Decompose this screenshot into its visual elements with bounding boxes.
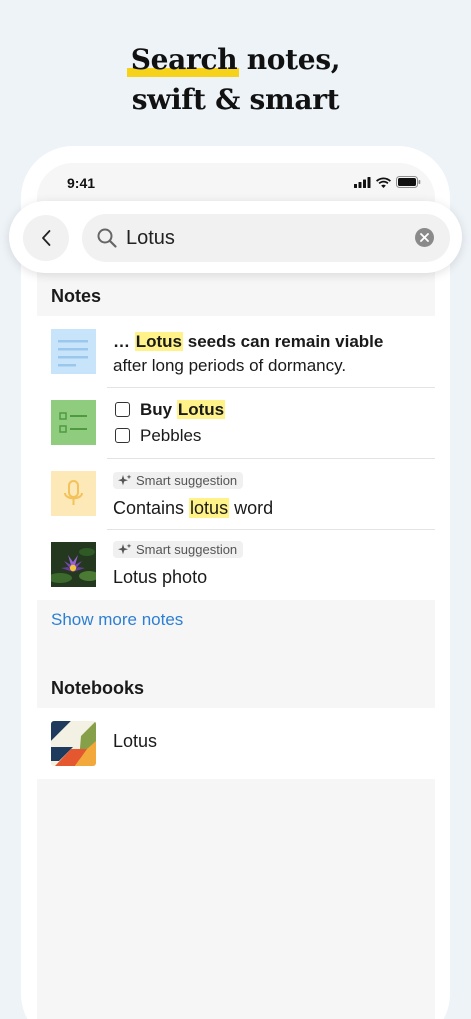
note-row-buy-lotus[interactable]: Buy Lotus Pebbles [37, 387, 435, 458]
note-row-smart-suggestion-word[interactable]: Smart suggestion Contains lotus word [37, 458, 435, 529]
status-icons [354, 176, 421, 188]
smart-suggestion-chip: Smart suggestion [113, 541, 244, 558]
checklist-icon [51, 400, 96, 445]
signal-icon [354, 176, 371, 188]
notebook-row-lotus[interactable]: Lotus [37, 708, 435, 779]
lotus-photo-thumbnail [51, 542, 96, 587]
back-button[interactable] [23, 215, 69, 261]
sparkle-icon [118, 474, 132, 485]
wifi-icon [376, 177, 391, 188]
search-match: Lotus [134, 332, 184, 351]
search-field[interactable] [82, 214, 450, 262]
sparkle-icon [118, 543, 132, 554]
battery-icon [396, 176, 421, 188]
search-match: Lotus [176, 400, 226, 419]
microphone-icon [51, 471, 96, 516]
headline-highlight-word: Search [130, 43, 238, 76]
notebook-cover-icon [51, 721, 96, 766]
show-more-notes-link[interactable]: Show more notes [51, 610, 183, 630]
headline-line1-rest: notes, [237, 43, 341, 76]
search-input[interactable] [126, 214, 406, 262]
checkbox-icon[interactable] [115, 428, 130, 443]
checkbox-icon[interactable] [115, 402, 130, 417]
smart-suggestion-text: Smart suggestion Contains lotus word [113, 472, 274, 518]
clear-search-button[interactable] [415, 228, 434, 247]
notes-list: … Lotus seeds can remain viable after lo… [37, 316, 435, 600]
back-chevron-icon [42, 230, 51, 246]
search-bar [9, 201, 462, 273]
note-row-lotus-seeds[interactable]: … Lotus seeds can remain viable after lo… [37, 316, 435, 387]
smart-suggestion-text: Smart suggestion Lotus photo [113, 541, 244, 590]
notes-section-title: Notes [37, 276, 435, 316]
note-snippet: … Lotus seeds can remain viable after lo… [113, 332, 384, 375]
headline-line2: swift & smart [131, 83, 340, 116]
notebooks-list: Lotus [37, 708, 435, 779]
status-time: 9:41 [67, 175, 96, 191]
search-match: lotus [189, 497, 230, 518]
clear-icon [420, 233, 429, 242]
smart-suggestion-chip: Smart suggestion [113, 472, 244, 489]
notebook-name: Lotus [113, 731, 158, 751]
note-row-lotus-photo[interactable]: Smart suggestion Lotus photo [37, 529, 435, 600]
notebooks-section-title: Notebooks [37, 668, 435, 708]
document-lines-icon [51, 329, 96, 374]
checklist-preview: Buy Lotus Pebbles [115, 397, 226, 449]
headline: Search notes, swift & smart [0, 40, 471, 120]
search-icon [97, 228, 117, 248]
phone-screen: 9:41 Notes … Lotus seeds can remain viab… [37, 163, 435, 1019]
